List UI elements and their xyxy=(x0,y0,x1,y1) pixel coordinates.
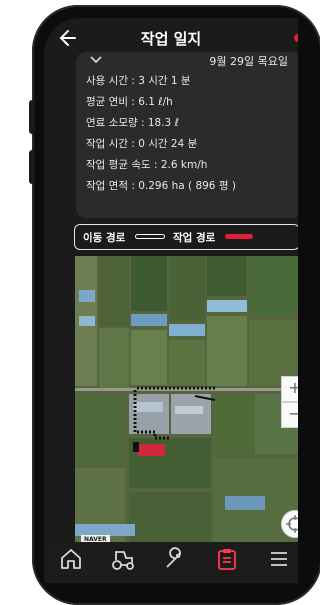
app-screen: 작업 일지 9월 29일 목요일 사용 시간 : 3 시간 1 분 평균 연비 … xyxy=(44,18,298,583)
work-time: 작업 시간 : 0 시간 24 분 xyxy=(86,138,198,150)
record-indicator xyxy=(294,34,298,42)
menu-icon xyxy=(271,552,287,566)
date-label: 9월 29일 목요일 xyxy=(209,55,288,68)
move-route-label: 이동 경로 xyxy=(83,232,126,244)
bottom-tab-bar: 홈 상태 관리 일지 xyxy=(44,542,298,583)
work-area: 작업 면적 : 0.296 ha ( 896 평 ) xyxy=(86,180,236,192)
usage-time: 사용 시간 : 3 시간 1 분 xyxy=(86,75,191,87)
tab-home[interactable]: 홈 xyxy=(44,542,98,583)
work-avg-speed: 작업 평균 속도 : 2.6 km/h xyxy=(86,159,208,171)
tab-status[interactable]: 상태 xyxy=(96,542,150,583)
zoom-in-button[interactable]: + xyxy=(281,376,298,402)
clipboard-icon xyxy=(218,549,236,570)
page-title: 작업 일지 xyxy=(140,30,202,48)
tab-manage[interactable]: 관리 xyxy=(148,542,202,583)
satellite-map xyxy=(75,256,298,556)
work-route-label: 작업 경로 xyxy=(173,232,216,244)
zoom-out-button[interactable]: − xyxy=(281,402,298,428)
location-button[interactable] xyxy=(281,510,298,538)
avg-fuel-efficiency: 평균 연비 : 6.1 ℓ/h xyxy=(86,96,173,108)
stats-card: 9월 29일 목요일 사용 시간 : 3 시간 1 분 평균 연비 : 6.1 … xyxy=(76,52,298,218)
phone-side-button xyxy=(29,100,35,134)
route-legend: 이동 경로 작업 경로 xyxy=(74,224,298,250)
work-route-swatch xyxy=(225,234,253,239)
fuel-consumption: 연료 소모량 : 18.3 ℓ xyxy=(86,117,179,129)
home-icon xyxy=(61,549,81,569)
phone-side-button xyxy=(29,150,35,184)
chevron-down-icon[interactable] xyxy=(90,56,102,64)
move-route-swatch xyxy=(135,234,165,239)
location-icon xyxy=(286,515,298,533)
tractor-icon xyxy=(112,551,134,570)
tab-log[interactable]: 일지 xyxy=(200,542,254,583)
wrench-icon xyxy=(166,547,181,568)
tab-more[interactable]: 더보 xyxy=(252,542,298,583)
map-view[interactable]: + − NAVER xyxy=(75,256,298,556)
